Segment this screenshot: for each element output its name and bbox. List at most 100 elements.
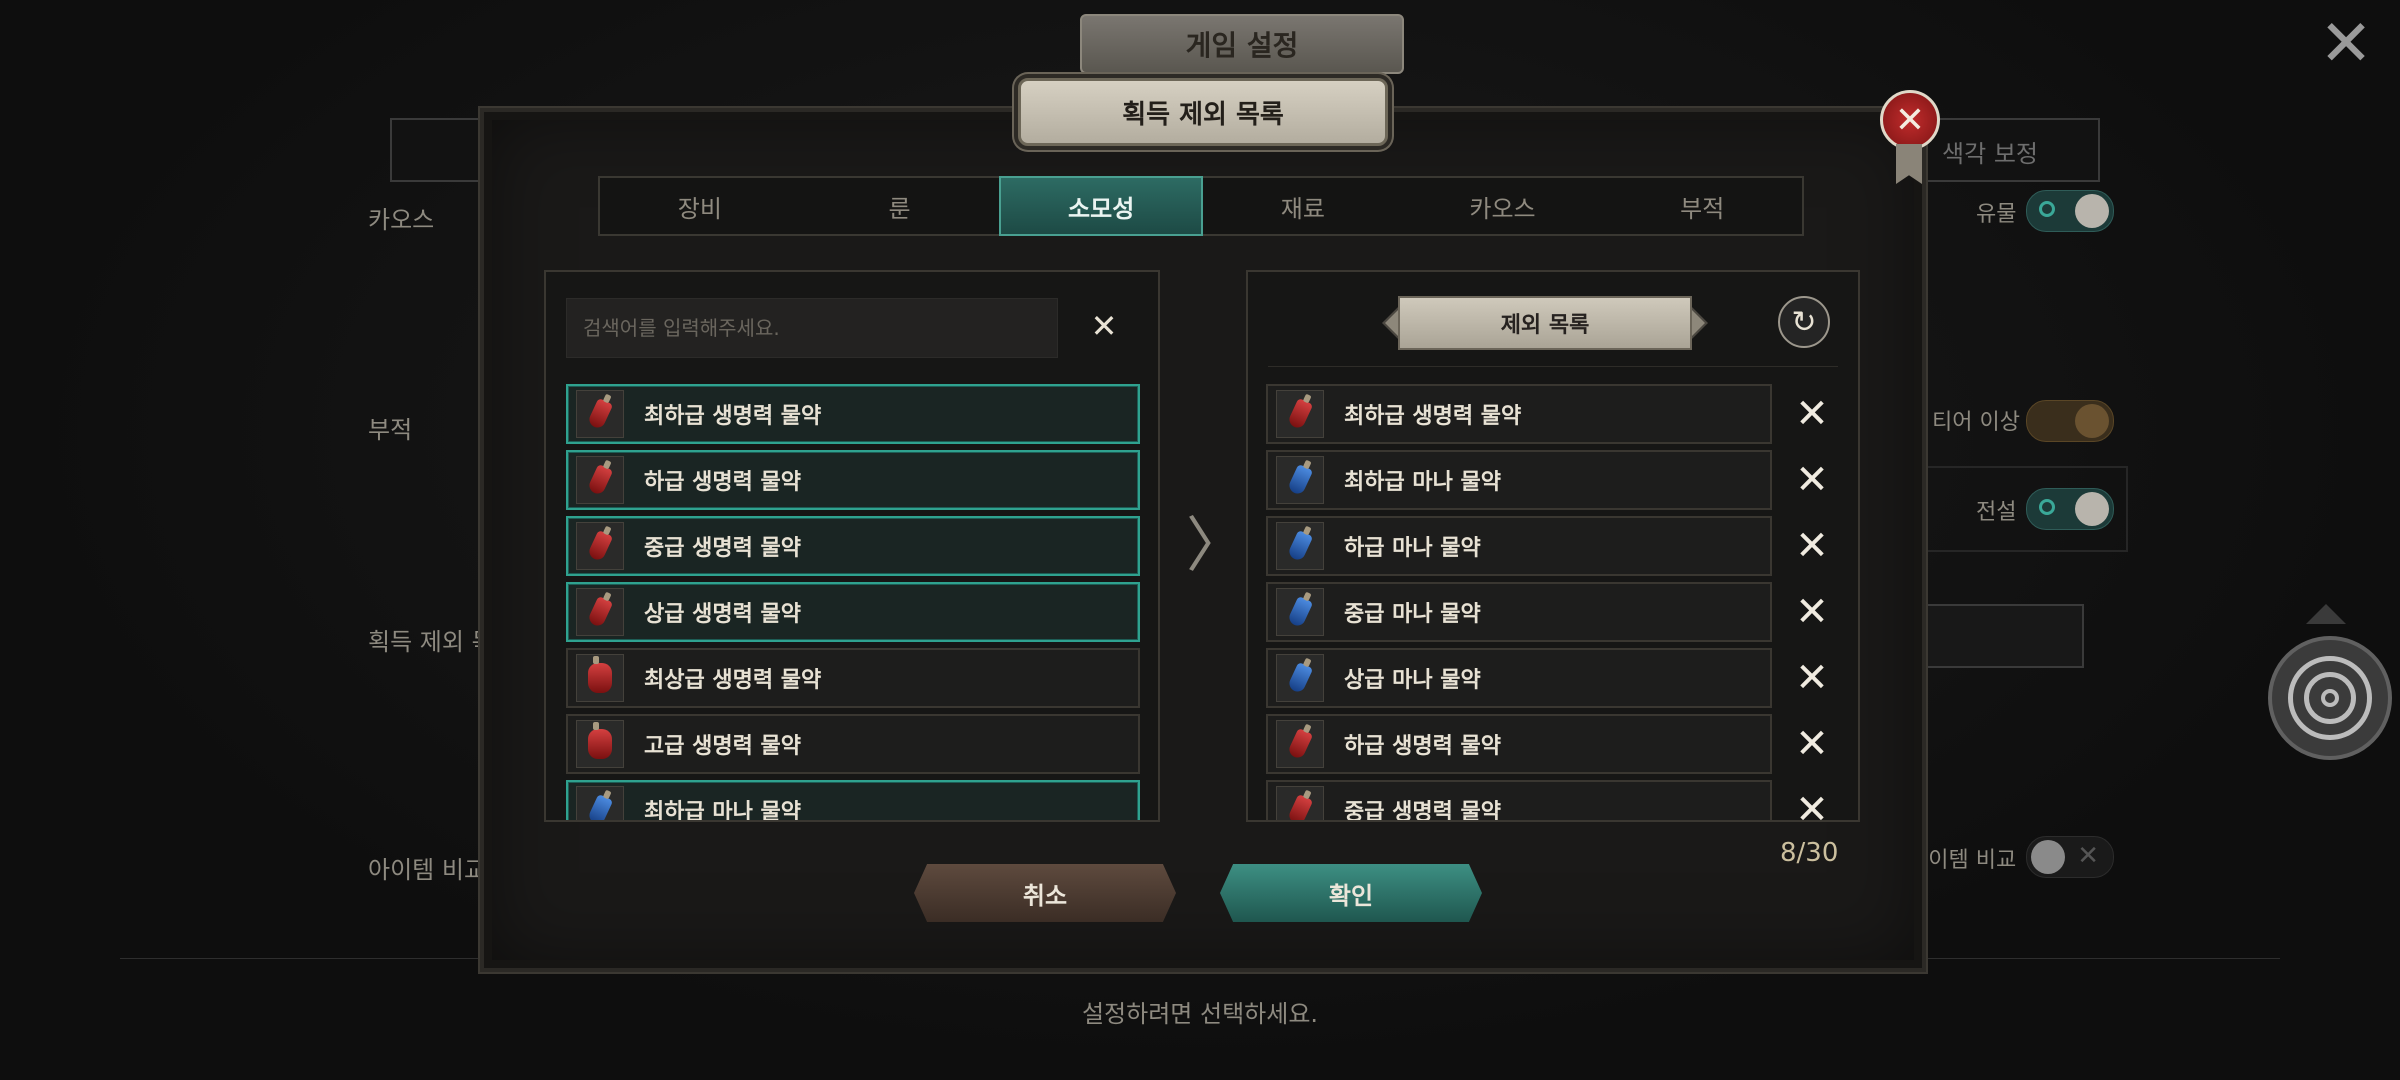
tab-consumable[interactable]: 소모성 [999, 176, 1204, 236]
refresh-icon: ↻ [1791, 304, 1817, 340]
label-item-compare: 아이템 비교 [368, 856, 487, 884]
list-item-label: 하급 생명력 물약 [644, 470, 801, 495]
exclusion-item[interactable]: 최하급 생명력 물약 [1266, 384, 1772, 444]
list-item[interactable]: 하급 생명력 물약 [566, 450, 1140, 510]
toggle-ring-icon [2039, 499, 2055, 515]
tab-material[interactable]: 재료 [1203, 178, 1403, 234]
label-chaos: 카오스 [368, 206, 435, 234]
potion-icon [576, 720, 624, 768]
potion-icon [1276, 522, 1324, 570]
list-item[interactable]: 최하급 마나 물약 [566, 780, 1140, 822]
remove-x-icon[interactable]: ✕ [1782, 721, 1842, 767]
search-clear-icon[interactable]: ✕ [1086, 308, 1122, 344]
relic-toggle[interactable] [2026, 190, 2114, 232]
search-input[interactable] [567, 299, 1057, 357]
label-legend: 전설 [1976, 500, 2017, 525]
list-item-label: 상급 생명력 물약 [644, 602, 801, 627]
toggle-ring-icon [2039, 201, 2055, 217]
modal-title: 획득 제외 목록 [1018, 78, 1388, 146]
potion-icon [1276, 390, 1324, 438]
exclusion-row: 상급 마나 물약 ✕ [1266, 648, 1846, 708]
potion-icon [576, 786, 624, 820]
exclusion-item[interactable]: 중급 마나 물약 [1266, 582, 1772, 642]
list-item-label: 최상급 생명력 물약 [644, 668, 822, 693]
confirm-button[interactable]: 확인 [1220, 864, 1482, 922]
target-button[interactable] [2268, 636, 2392, 760]
potion-icon [576, 654, 624, 702]
list-item[interactable]: 고급 생명력 물약 [566, 714, 1140, 774]
list-item[interactable]: 최하급 생명력 물약 [566, 384, 1140, 444]
label-talisman: 부적 [368, 416, 413, 444]
exclusion-list-panel: 제외 목록 ↻ 최하급 생명력 물약 ✕ 최하급 마나 물약 ✕ 하급 마나 물약 ✕ 중급… [1246, 270, 1860, 822]
exclusion-item[interactable]: 하급 생명력 물약 [1266, 714, 1772, 774]
list-item-label: 고급 생명력 물약 [644, 734, 801, 759]
item-list: 최하급 생명력 물약하급 생명력 물약중급 생명력 물약상급 생명력 물약최상급… [566, 384, 1140, 822]
potion-icon [1276, 588, 1324, 636]
exclusion-item-label: 중급 생명력 물약 [1344, 800, 1501, 822]
target-indicator [2306, 604, 2346, 624]
remove-x-icon[interactable]: ✕ [1782, 523, 1842, 569]
item-list-panel: ✕ 최하급 생명력 물약하급 생명력 물약중급 생명력 물약상급 생명력 물약최… [544, 270, 1160, 822]
divider [1268, 366, 1838, 367]
potion-icon [1276, 720, 1324, 768]
exclusion-item[interactable]: 하급 마나 물약 [1266, 516, 1772, 576]
exclusion-row: 중급 생명력 물약 ✕ [1266, 780, 1846, 822]
potion-icon [576, 390, 624, 438]
chevron-right-icon[interactable]: 〉 [1186, 516, 1246, 576]
exclusion-item[interactable]: 상급 마나 물약 [1266, 648, 1772, 708]
refresh-button[interactable]: ↻ [1778, 296, 1830, 348]
list-item[interactable]: 상급 생명력 물약 [566, 582, 1140, 642]
exclusion-item[interactable]: 최하급 마나 물약 [1266, 450, 1772, 510]
exclusion-item[interactable]: 중급 생명력 물약 [1266, 780, 1772, 822]
exclusion-item-label: 하급 마나 물약 [1344, 536, 1481, 561]
legend-toggle[interactable] [2026, 488, 2114, 530]
list-item-label: 최하급 생명력 물약 [644, 404, 822, 429]
remove-x-icon[interactable]: ✕ [1782, 457, 1842, 503]
close-icon[interactable]: ✕ [2316, 12, 2376, 76]
exclusion-row: 최하급 생명력 물약 ✕ [1266, 384, 1846, 444]
label-exclusion: 획득 제외 목 [368, 628, 494, 656]
tab-equipment[interactable]: 장비 [600, 178, 800, 234]
label-relic: 유물 [1976, 202, 2017, 227]
settings-hint: 설정하려면 선택하세요. [1081, 1000, 1319, 1028]
potion-icon [1276, 456, 1324, 504]
exclusion-row: 하급 마나 물약 ✕ [1266, 516, 1846, 576]
remove-x-icon[interactable]: ✕ [1782, 787, 1842, 820]
search-field[interactable] [566, 298, 1058, 358]
background-dropdown[interactable] [1900, 604, 2084, 668]
exclusion-header-label: 제외 목록 [1398, 296, 1692, 350]
remove-x-icon[interactable]: ✕ [1782, 589, 1842, 635]
category-tabs: 장비 룬 소모성 재료 카오스 부적 [598, 176, 1804, 236]
exclusion-item-label: 하급 생명력 물약 [1344, 734, 1501, 759]
close-icon: ✕ [1894, 99, 1926, 141]
exclusion-list: 최하급 생명력 물약 ✕ 최하급 마나 물약 ✕ 하급 마나 물약 ✕ 중급 마나 물약 ✕ 상… [1266, 384, 1846, 822]
exclusion-item-label: 최하급 마나 물약 [1344, 470, 1501, 495]
exclusion-row: 중급 마나 물약 ✕ [1266, 582, 1846, 642]
color-correction-option[interactable]: 색각 보정 [1942, 134, 2038, 169]
cancel-button[interactable]: 취소 [914, 864, 1176, 922]
x-icon: ✕ [2077, 841, 2099, 871]
list-item[interactable]: 중급 생명력 물약 [566, 516, 1140, 576]
settings-title: 게임 설정 [1080, 14, 1404, 74]
exclusion-row: 하급 생명력 물약 ✕ [1266, 714, 1846, 774]
tier-toggle[interactable] [2026, 400, 2114, 442]
exclusion-row: 최하급 마나 물약 ✕ [1266, 450, 1846, 510]
exclusion-count: 8/30 [1780, 838, 1839, 868]
potion-icon [576, 522, 624, 570]
tab-chaos[interactable]: 카오스 [1403, 178, 1603, 234]
list-item[interactable]: 최상급 생명력 물약 [566, 648, 1140, 708]
list-item-label: 최하급 마나 물약 [644, 800, 801, 822]
remove-x-icon[interactable]: ✕ [1782, 655, 1842, 701]
remove-x-icon[interactable]: ✕ [1782, 391, 1842, 437]
potion-icon [1276, 654, 1324, 702]
exclusion-item-label: 중급 마나 물약 [1344, 602, 1481, 627]
exclusion-item-label: 최하급 생명력 물약 [1344, 404, 1522, 429]
tab-talisman[interactable]: 부적 [1602, 178, 1802, 234]
exclusion-header: 제외 목록 [1378, 296, 1708, 350]
exclusion-item-label: 상급 마나 물약 [1344, 668, 1481, 693]
potion-icon [576, 588, 624, 636]
tab-rune[interactable]: 룬 [800, 178, 1000, 234]
item-compare-toggle[interactable]: ✕ [2026, 836, 2114, 878]
potion-icon [576, 456, 624, 504]
modal-close-button[interactable]: ✕ [1880, 90, 1940, 150]
